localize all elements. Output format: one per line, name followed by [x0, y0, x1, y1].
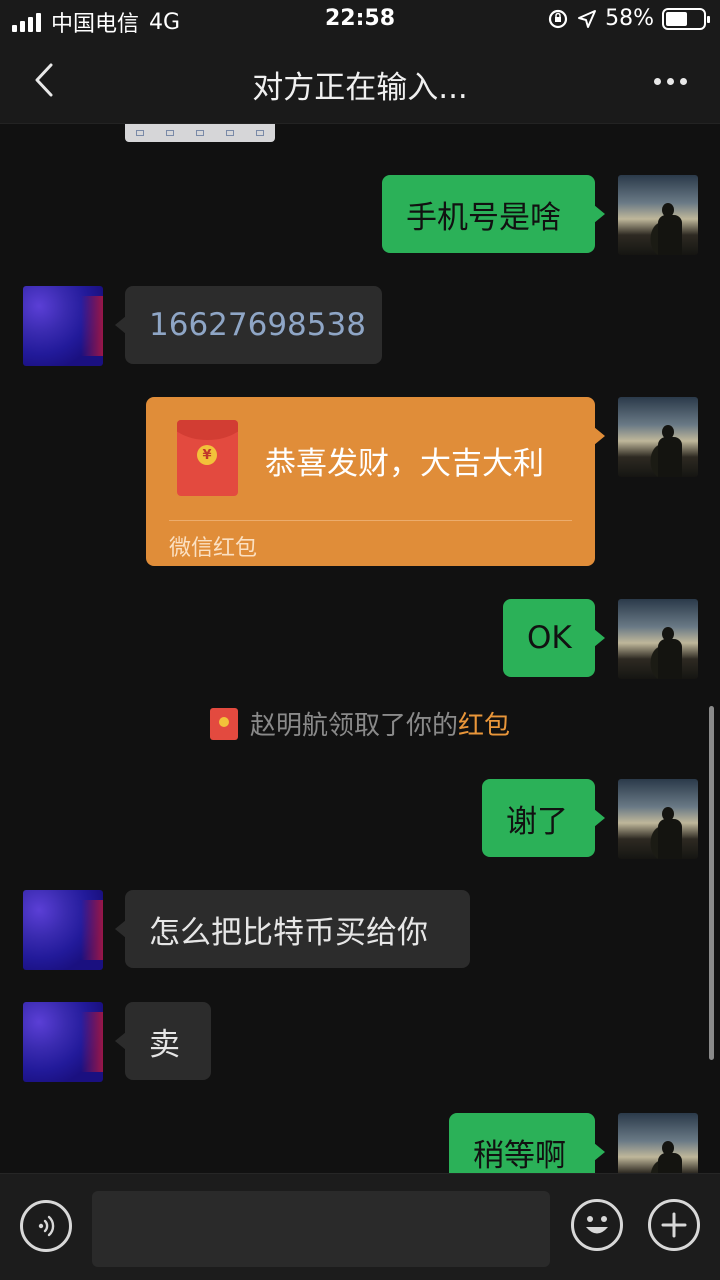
contact-avatar[interactable] — [23, 890, 103, 970]
location-icon — [578, 9, 597, 28]
my-avatar[interactable] — [618, 599, 698, 679]
image-message-preview[interactable] — [125, 124, 275, 142]
emoji-button[interactable] — [571, 1199, 623, 1251]
message-list[interactable]: 手机号是啥 16627698538 ¥ 恭喜发财，大吉大利 微信红包 OK 赵明… — [0, 124, 720, 1173]
voice-button[interactable] — [20, 1200, 72, 1252]
red-packet-message[interactable]: ¥ 恭喜发财，大吉大利 微信红包 — [146, 397, 605, 566]
message-bubble-outgoing[interactable]: OK — [503, 599, 605, 677]
red-packet-link[interactable]: 红包 — [458, 711, 510, 741]
message-bubble-incoming[interactable]: 16627698538 — [115, 286, 382, 364]
message-bubble-outgoing[interactable]: 谢了 — [482, 779, 605, 857]
battery-icon — [662, 7, 710, 30]
emoji-icon — [586, 1216, 608, 1234]
my-avatar[interactable] — [618, 175, 698, 255]
battery-percent: 58% — [605, 6, 654, 31]
message-bubble-outgoing[interactable]: 稍等啊 — [449, 1113, 605, 1173]
red-packet-small-icon — [209, 707, 238, 740]
voice-icon — [38, 1215, 55, 1237]
scrollbar[interactable] — [709, 706, 714, 1060]
my-avatar[interactable] — [618, 779, 698, 859]
my-avatar[interactable] — [618, 397, 698, 477]
message-bubble-incoming[interactable]: 卖 — [115, 1002, 211, 1080]
rotation-lock-icon — [548, 9, 568, 28]
my-avatar[interactable] — [618, 1113, 698, 1173]
contact-avatar[interactable] — [23, 1002, 103, 1082]
red-packet-label: 微信红包 — [169, 536, 258, 561]
status-right: 58% — [547, 6, 710, 31]
chat-title: 对方正在输入... — [252, 70, 468, 106]
message-input[interactable] — [92, 1191, 550, 1267]
message-bubble-outgoing[interactable]: 手机号是啥 — [382, 175, 605, 253]
plus-button[interactable] — [648, 1199, 700, 1251]
message-bubble-incoming[interactable]: 怎么把比特币买给你 — [115, 890, 470, 968]
chat-header: 对方正在输入... — [0, 40, 720, 124]
contact-avatar[interactable] — [23, 286, 103, 366]
plus-icon — [661, 1212, 687, 1238]
more-dots-icon — [653, 77, 661, 85]
divider — [169, 520, 572, 521]
system-notice: 赵明航领取了你的红包 — [0, 705, 720, 742]
system-notice-text: 赵明航领取了你的 — [249, 711, 458, 741]
red-packet-icon: ¥ — [177, 420, 238, 496]
status-bar: 中国电信 4G 22:58 58% — [0, 0, 720, 40]
red-packet-greeting: 恭喜发财，大吉大利 — [265, 446, 544, 482]
more-button[interactable] — [648, 66, 692, 96]
input-bar — [0, 1173, 720, 1280]
